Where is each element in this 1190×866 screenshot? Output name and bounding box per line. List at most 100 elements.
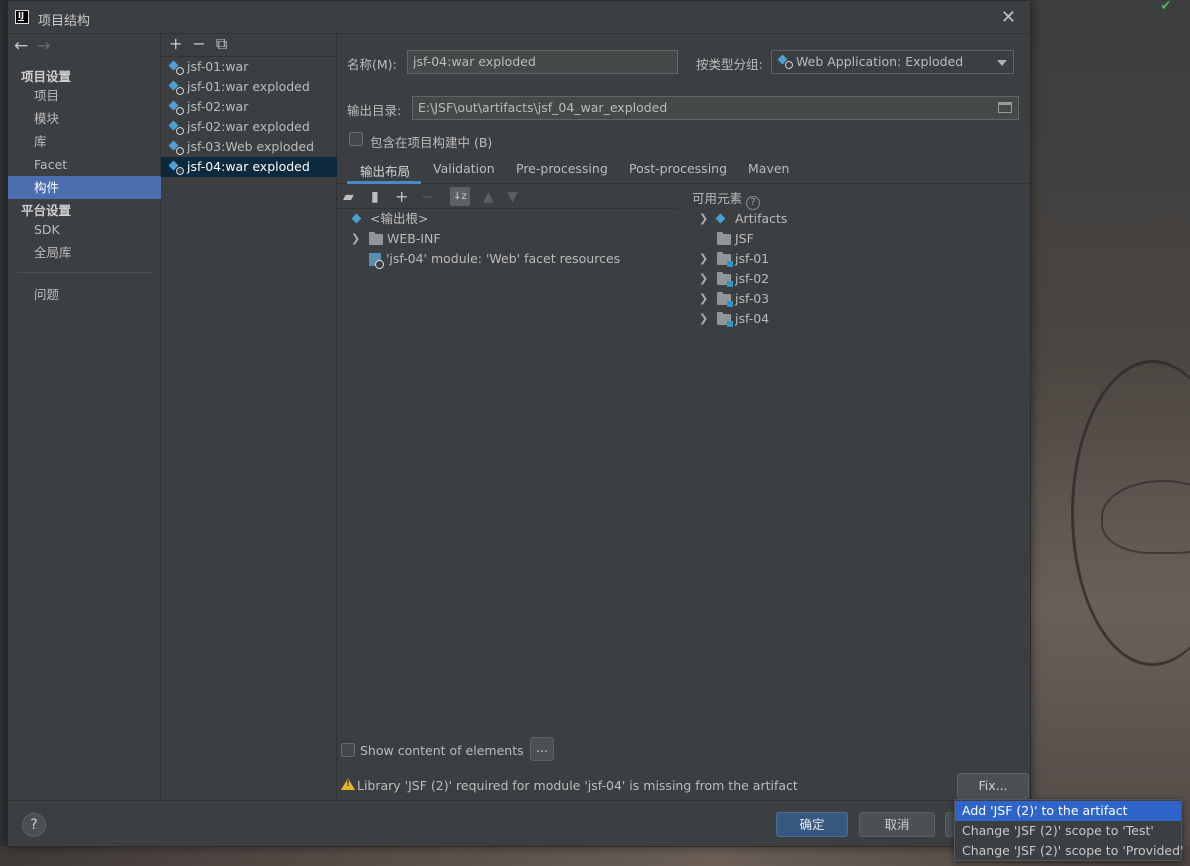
nav-separator xyxy=(18,272,154,273)
popup-item-scope-test[interactable]: Change 'JSF (2)' scope to 'Test' xyxy=(955,821,1181,841)
intellij-icon: IJ xyxy=(15,10,29,24)
new-folder-icon[interactable]: ▰ xyxy=(343,189,354,205)
web-artifact-icon xyxy=(168,80,184,95)
available-item-module[interactable]: ❯ jsf-01 xyxy=(699,249,769,269)
tab-validation[interactable]: Validation xyxy=(433,161,495,176)
tree-item-output-root[interactable]: <输出根> xyxy=(351,209,428,229)
close-icon[interactable]: ✕ xyxy=(1001,7,1016,28)
cancel-button[interactable]: 取消 xyxy=(859,812,935,837)
back-arrow-icon[interactable]: ← xyxy=(14,36,28,56)
nav-item-project[interactable]: 项目 xyxy=(8,84,161,107)
chevron-right-icon[interactable]: ❯ xyxy=(351,229,360,249)
warning-icon xyxy=(341,778,355,790)
output-dir-value: E:\JSF\out\artifacts\jsf_04_war_exploded xyxy=(418,100,668,115)
artifact-label: jsf-03:Web exploded xyxy=(187,139,315,154)
name-input[interactable]: jsf-04:war exploded xyxy=(407,50,678,74)
tab-maven[interactable]: Maven xyxy=(748,161,789,176)
tab-output-layout[interactable]: 输出布局 xyxy=(360,161,410,180)
check-icon: ✔ xyxy=(1160,0,1172,14)
artifact-label: jsf-02:war exploded xyxy=(187,119,310,134)
available-item-label: jsf-03 xyxy=(735,291,770,306)
artifact-item[interactable]: jsf-02:war xyxy=(161,97,337,117)
chevron-right-icon[interactable]: ❯ xyxy=(699,309,708,329)
remove-icon[interactable]: − xyxy=(421,187,434,206)
tree-item-label: <输出根> xyxy=(370,211,429,226)
artifact-tabs: 输出布局 Validation Pre-processing Post-proc… xyxy=(337,157,1030,184)
dialog-footer: ? 确定 取消 xyxy=(8,800,1030,846)
nav-item-modules[interactable]: 模块 xyxy=(8,107,161,130)
dialog-title: 项目结构 xyxy=(38,14,91,29)
chevron-right-icon[interactable]: ❯ xyxy=(699,249,708,269)
popup-item-add-library[interactable]: Add 'JSF (2)' to the artifact xyxy=(955,801,1181,821)
artifact-item[interactable]: jsf-02:war exploded xyxy=(161,117,337,137)
nav-item-sdk[interactable]: SDK xyxy=(8,218,161,241)
artifact-item-selected[interactable]: jsf-04:war exploded xyxy=(161,157,337,177)
web-artifact-icon xyxy=(168,140,184,155)
type-select-value: Web Application: Exploded xyxy=(796,54,964,69)
artifact-item[interactable]: jsf-03:Web exploded xyxy=(161,137,337,157)
available-item-module[interactable]: ❯ jsf-02 xyxy=(699,269,769,289)
add-icon[interactable]: + xyxy=(169,34,182,53)
forward-arrow-icon[interactable]: → xyxy=(36,36,50,56)
remove-icon[interactable]: − xyxy=(192,34,205,53)
available-elements-text: 可用元素 xyxy=(692,191,743,206)
nav-item-global-libraries[interactable]: 全局库 xyxy=(8,241,161,264)
sort-icon[interactable]: ↓z xyxy=(450,187,470,206)
ok-button[interactable]: 确定 xyxy=(776,812,848,837)
artifact-label: jsf-02:war xyxy=(187,99,249,114)
chevron-right-icon[interactable]: ❯ xyxy=(699,269,708,289)
fix-button[interactable]: Fix... xyxy=(957,773,1029,799)
include-in-build-checkbox[interactable] xyxy=(349,132,363,146)
output-dir-input[interactable]: E:\JSF\out\artifacts\jsf_04_war_exploded xyxy=(412,96,1019,120)
folder-icon[interactable] xyxy=(998,102,1012,113)
settings-nav: ← → 项目设置 项目 模块 库 Facet 构件 平台设置 SDK 全局库 问题 xyxy=(8,34,161,800)
help-icon[interactable]: ? xyxy=(746,196,761,210)
add-icon[interactable]: + xyxy=(395,187,408,206)
chevron-right-icon[interactable]: ❯ xyxy=(699,289,708,309)
available-item-module[interactable]: ❯ jsf-04 xyxy=(699,309,769,329)
show-content-options-button[interactable]: ... xyxy=(530,737,554,761)
new-archive-icon[interactable]: ▮ xyxy=(371,189,379,205)
tree-item-label: WEB-INF xyxy=(387,231,441,246)
tab-post-processing[interactable]: Post-processing xyxy=(629,161,727,176)
artifact-label: jsf-01:war exploded xyxy=(187,79,310,94)
nav-section-project: 项目设置 xyxy=(21,69,72,84)
available-item-module[interactable]: ❯ jsf-03 xyxy=(699,289,769,309)
help-button[interactable]: ? xyxy=(22,813,46,837)
nav-item-problems[interactable]: 问题 xyxy=(8,283,161,306)
available-item-label: jsf-01 xyxy=(735,251,770,266)
web-artifact-icon xyxy=(168,160,184,175)
type-select[interactable]: Web Application: Exploded xyxy=(771,50,1014,74)
artifact-toolbar: + − ⧉ xyxy=(169,34,237,56)
nav-item-facets[interactable]: Facet xyxy=(8,153,161,176)
module-folder-icon xyxy=(717,312,733,327)
move-down-icon[interactable]: ▼ xyxy=(507,189,518,205)
artifact-item[interactable]: jsf-01:war exploded xyxy=(161,77,337,97)
move-up-icon[interactable]: ▲ xyxy=(483,189,494,205)
include-in-build-label: 包含在项目构建中 (B) xyxy=(370,135,493,150)
available-item-label: JSF xyxy=(735,231,754,246)
tree-item-facet-resources[interactable]: 'jsf-04' module: 'Web' facet resources xyxy=(369,249,620,269)
artifact-label: jsf-01:war xyxy=(187,59,249,74)
chevron-right-icon[interactable]: ❯ xyxy=(699,209,708,229)
tab-pre-processing[interactable]: Pre-processing xyxy=(516,161,608,176)
show-content-checkbox[interactable] xyxy=(341,743,355,757)
artifact-label: jsf-04:war exploded xyxy=(187,159,310,174)
available-item-label: Artifacts xyxy=(735,211,788,226)
name-label: 名称(M): xyxy=(347,57,397,72)
available-item-label: jsf-04 xyxy=(735,311,770,326)
available-item-artifacts[interactable]: ❯ Artifacts xyxy=(699,209,787,229)
artifact-item[interactable]: jsf-01:war xyxy=(161,57,337,77)
dialog-titlebar: IJ 项目结构 ✕ xyxy=(8,1,1030,34)
fix-popup-menu: Add 'JSF (2)' to the artifact Change 'JS… xyxy=(954,799,1183,861)
popup-item-scope-provided[interactable]: Change 'JSF (2)' scope to 'Provided' xyxy=(955,841,1183,861)
module-folder-icon xyxy=(717,252,733,267)
nav-item-artifacts[interactable]: 构件 xyxy=(8,176,161,199)
nav-item-libraries[interactable]: 库 xyxy=(8,130,161,153)
copy-icon[interactable]: ⧉ xyxy=(216,34,227,53)
artifact-settings-panel: 名称(M): jsf-04:war exploded 按类型分组: Web Ap… xyxy=(337,34,1030,800)
available-item-jsf[interactable]: JSF xyxy=(699,229,754,249)
tree-item-label: 'jsf-04' module: 'Web' facet resources xyxy=(386,251,621,266)
tree-item-web-inf[interactable]: ❯ WEB-INF xyxy=(351,229,441,249)
warning-message: Library 'JSF (2)' required for module 'j… xyxy=(357,778,798,793)
